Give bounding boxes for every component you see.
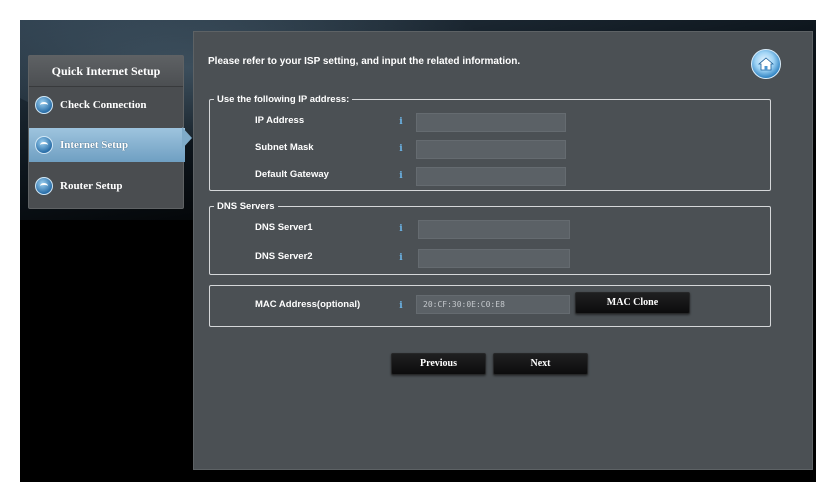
sidebar-item-label: Check Connection	[60, 99, 147, 111]
subnet-mask-label: Subnet Mask	[255, 142, 314, 153]
info-icon[interactable]: i	[397, 224, 405, 234]
dns-server1-field[interactable]	[418, 220, 570, 239]
dns-server1-label: DNS Server1	[255, 222, 313, 233]
home-icon	[758, 57, 774, 71]
dns-server2-field[interactable]	[418, 249, 570, 268]
dns-section-legend: DNS Servers	[217, 201, 275, 212]
ip-address-field[interactable]	[416, 113, 566, 132]
previous-button[interactable]: Previous	[391, 353, 486, 375]
sidebar-item-internet-setup[interactable]: Internet Setup	[29, 128, 185, 162]
sidebar: Quick Internet Setup Check Connection In…	[28, 55, 185, 209]
sidebar-item-router-setup[interactable]: Router Setup	[29, 169, 183, 203]
info-icon[interactable]: i	[397, 253, 405, 263]
info-icon[interactable]: i	[397, 117, 405, 127]
globe-icon	[35, 96, 53, 114]
info-icon[interactable]: i	[397, 144, 405, 154]
sidebar-item-label: Router Setup	[60, 180, 123, 192]
subnet-mask-field[interactable]	[416, 140, 566, 159]
mac-address-field[interactable]	[416, 295, 570, 314]
globe-icon	[35, 136, 53, 154]
sidebar-title: Quick Internet Setup	[29, 56, 183, 87]
info-icon[interactable]: i	[397, 301, 405, 311]
mac-clone-button[interactable]: MAC Clone	[575, 292, 690, 314]
default-gateway-label: Default Gateway	[255, 169, 329, 180]
default-gateway-field[interactable]	[416, 167, 566, 186]
main-panel: Please refer to your ISP setting, and in…	[193, 31, 813, 470]
sidebar-item-label: Internet Setup	[60, 139, 129, 151]
instruction-text: Please refer to your ISP setting, and in…	[208, 56, 521, 67]
dns-server2-label: DNS Server2	[255, 251, 313, 262]
ip-address-label: IP Address	[255, 115, 305, 126]
sidebar-item-check-connection[interactable]: Check Connection	[29, 88, 183, 122]
info-icon[interactable]: i	[397, 171, 405, 181]
active-item-pointer	[182, 127, 192, 149]
next-button[interactable]: Next	[493, 353, 588, 375]
globe-icon	[35, 177, 53, 195]
mac-address-label: MAC Address(optional)	[255, 299, 361, 310]
home-button[interactable]	[751, 49, 781, 79]
ip-section-legend: Use the following IP address:	[217, 94, 350, 105]
